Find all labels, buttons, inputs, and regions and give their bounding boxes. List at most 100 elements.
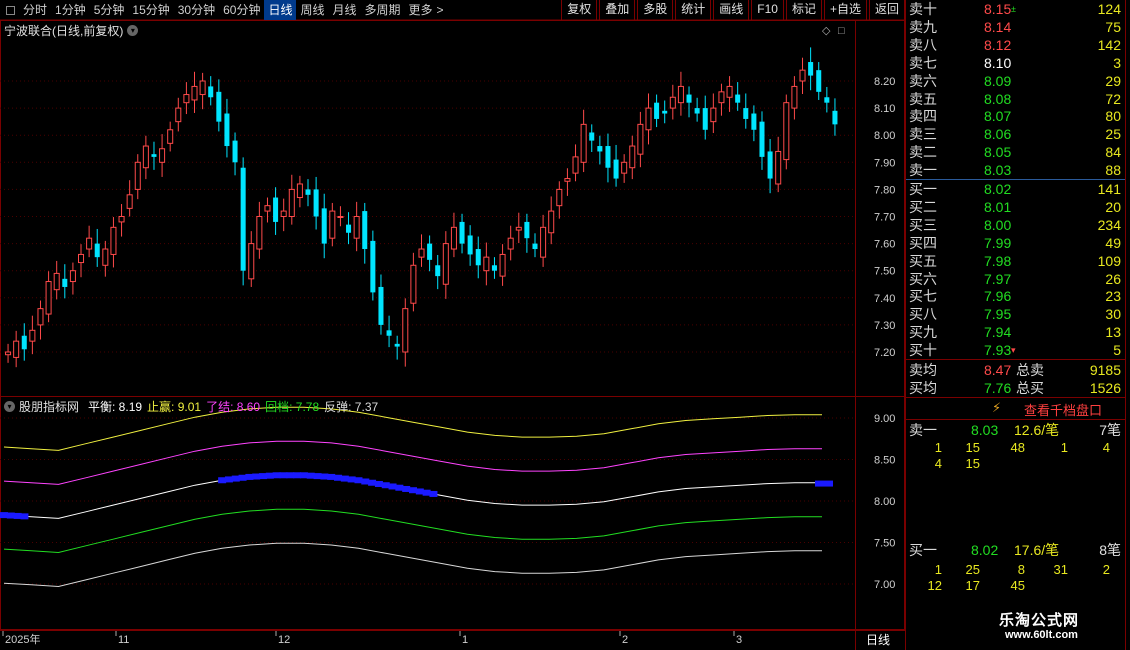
- signal-dot: [815, 480, 833, 487]
- ask-level-9[interactable]: 卖二 8.05 84: [906, 143, 1126, 161]
- toolbar-button-7[interactable]: +自选: [823, 0, 867, 20]
- signal-dot: [245, 473, 254, 480]
- candle-body-up: [556, 188, 563, 207]
- candle-body-up: [329, 210, 336, 239]
- ask-level-volume: 84: [1105, 144, 1121, 161]
- signal-dot: [224, 476, 233, 483]
- bid-level-7[interactable]: 买七 7.96 23: [906, 287, 1126, 305]
- bid-level-label: 买十: [909, 342, 937, 359]
- period-tab-6[interactable]: 日线: [264, 0, 297, 20]
- avg-buy-row: 买均 7.76 总买 1526: [906, 379, 1126, 397]
- ask-level-label: 卖三: [909, 126, 937, 143]
- toolbar-button-6[interactable]: 标记: [785, 0, 822, 20]
- order-book-panel: 卖十 8.15 124 ± 卖九 8.14 75 卖八 8.12 142 卖七 8.10 3 卖六 8.09…: [905, 0, 1126, 650]
- bid-level-5[interactable]: 买五 7.98 109: [906, 252, 1126, 270]
- band-close-out: [3, 440, 822, 485]
- bid-level-label: 买三: [909, 216, 937, 233]
- signal-dot: [293, 472, 302, 479]
- indicator-values: 平衡: 8.19 止赢: 9.01 了结: 8.60 回档: 7.78 反弹: 7.37: [83, 398, 378, 415]
- chart-canvas[interactable]: 8.20 8.10 8.00 7.90 7.80 7.70 7.60 7.50 7.40 7.30…: [0, 20, 905, 650]
- bid-level-8[interactable]: 买八 7.95 30: [906, 305, 1126, 323]
- ask-level-price: 8.08: [984, 90, 1012, 107]
- ask-level-price: 8.14: [984, 18, 1012, 35]
- time-tick-label: 2: [622, 634, 628, 646]
- ask-level-volume: 80: [1105, 108, 1121, 125]
- candle-body-up: [450, 226, 457, 250]
- period-tab-5[interactable]: 60分钟: [219, 0, 264, 20]
- candle-body-up: [102, 248, 109, 266]
- indicator-tick-label: 9.00: [874, 413, 895, 425]
- candle-body-up: [78, 253, 85, 264]
- buy1-amount: 17.6/笔: [1014, 542, 1060, 558]
- candle-body-up: [175, 107, 182, 123]
- period-tab-0[interactable]: 分时: [19, 0, 51, 20]
- window-icon: □: [838, 25, 845, 37]
- period-tab-3[interactable]: 15分钟: [128, 0, 173, 20]
- period-tab-4[interactable]: 30分钟: [174, 0, 219, 20]
- candle-body-down: [386, 330, 392, 336]
- ask-level-8[interactable]: 卖三 8.06 25: [906, 125, 1126, 143]
- candle-body-down: [491, 265, 497, 271]
- ask-level-1[interactable]: 卖十 8.15 124 ±: [906, 0, 1126, 18]
- chevron-right-icon[interactable]: >: [437, 0, 448, 20]
- candle-body-up: [402, 308, 409, 353]
- bid-level-volume: 13: [1105, 324, 1121, 341]
- ask-level-3[interactable]: 卖八 8.12 142: [906, 36, 1126, 54]
- signal-dot: [279, 472, 288, 479]
- ask-level-volume: 75: [1105, 18, 1121, 35]
- candle-body-up: [167, 129, 174, 144]
- ask-level-4[interactable]: 卖七 8.10 3: [906, 54, 1126, 72]
- sell1-tick-qty: 15: [965, 456, 980, 471]
- period-tab-10[interactable]: 更多: [405, 0, 437, 20]
- signal-dot: [361, 478, 370, 485]
- bid-level-10[interactable]: 买十 7.93 5 ▾: [906, 341, 1126, 359]
- toolbar-button-3[interactable]: 统计: [675, 0, 712, 20]
- bid-level-3[interactable]: 买三 8.00 234: [906, 216, 1126, 234]
- ask-level-volume: 29: [1105, 72, 1121, 89]
- side-strip: [1125, 0, 1130, 650]
- chevron-down-icon[interactable]: ▾: [127, 25, 139, 36]
- candle-body-up: [410, 264, 417, 304]
- indicator-name[interactable]: 股朋指标网: [19, 398, 79, 415]
- bid-level-1[interactable]: 买一 8.02 141: [906, 180, 1126, 198]
- candle-body-down: [532, 243, 538, 250]
- toolbar-button-1[interactable]: 叠加: [599, 0, 636, 20]
- chevron-down-icon[interactable]: ▾: [4, 401, 15, 412]
- ask-level-5[interactable]: 卖六 8.09 29: [906, 72, 1126, 90]
- ask-level-2[interactable]: 卖九 8.14 75: [906, 18, 1126, 36]
- period-tab-1[interactable]: 1分钟: [51, 0, 90, 20]
- bid-level-2[interactable]: 买二 8.01 20: [906, 198, 1126, 216]
- toolbar-button-8[interactable]: 返回: [868, 0, 905, 20]
- ask-level-7[interactable]: 卖四 8.07 80: [906, 107, 1126, 125]
- candle-body-down: [313, 189, 319, 217]
- bid-level-volume: 109: [1097, 252, 1121, 269]
- toolbar-button-0[interactable]: 复权: [561, 0, 598, 20]
- bid-level-9[interactable]: 买九 7.94 13: [906, 323, 1126, 341]
- ask-level-6[interactable]: 卖五 8.08 72: [906, 90, 1126, 108]
- view-depth-button[interactable]: 查看千档盘口: [1024, 400, 1102, 419]
- buy1-tick-qty: 8: [1017, 562, 1025, 577]
- layout-icon[interactable]: [6, 5, 15, 15]
- toolbar-button-5[interactable]: F10: [751, 0, 784, 20]
- signal-dot: [0, 512, 8, 519]
- chart-area[interactable]: 8.20 8.10 8.00 7.90 7.80 7.70 7.60 7.50 7.40 7.30…: [0, 20, 905, 650]
- toolbar-button-4[interactable]: 画线: [713, 0, 750, 20]
- buy1-tick-qty: 2: [1102, 562, 1110, 577]
- period-tab-9[interactable]: 多周期: [361, 0, 405, 20]
- period-tab-8[interactable]: 月线: [329, 0, 361, 20]
- ask-level-10[interactable]: 卖一 8.03 88: [906, 161, 1126, 179]
- indicator-value-2: 了结: 8.60: [206, 400, 261, 414]
- signal-dot: [286, 472, 295, 479]
- candle-body-up: [564, 178, 571, 182]
- period-tab-7[interactable]: 周线: [296, 0, 328, 20]
- candle-body-down: [62, 278, 68, 287]
- bid-level-6[interactable]: 买六 7.97 26: [906, 270, 1126, 288]
- bid-level-4[interactable]: 买四 7.99 49: [906, 234, 1126, 252]
- candle-body-down: [216, 91, 222, 122]
- period-tab-2[interactable]: 5分钟: [90, 0, 129, 20]
- candle-body-down: [305, 189, 311, 195]
- candle-body-up: [621, 161, 628, 174]
- candle-body-down: [767, 151, 773, 179]
- period-selector: 分时 1分钟 5分钟 15分钟 30分钟 60分钟 日线 周线 月线 多周期 更多 >: [0, 0, 448, 20]
- toolbar-button-2[interactable]: 多股: [637, 0, 674, 20]
